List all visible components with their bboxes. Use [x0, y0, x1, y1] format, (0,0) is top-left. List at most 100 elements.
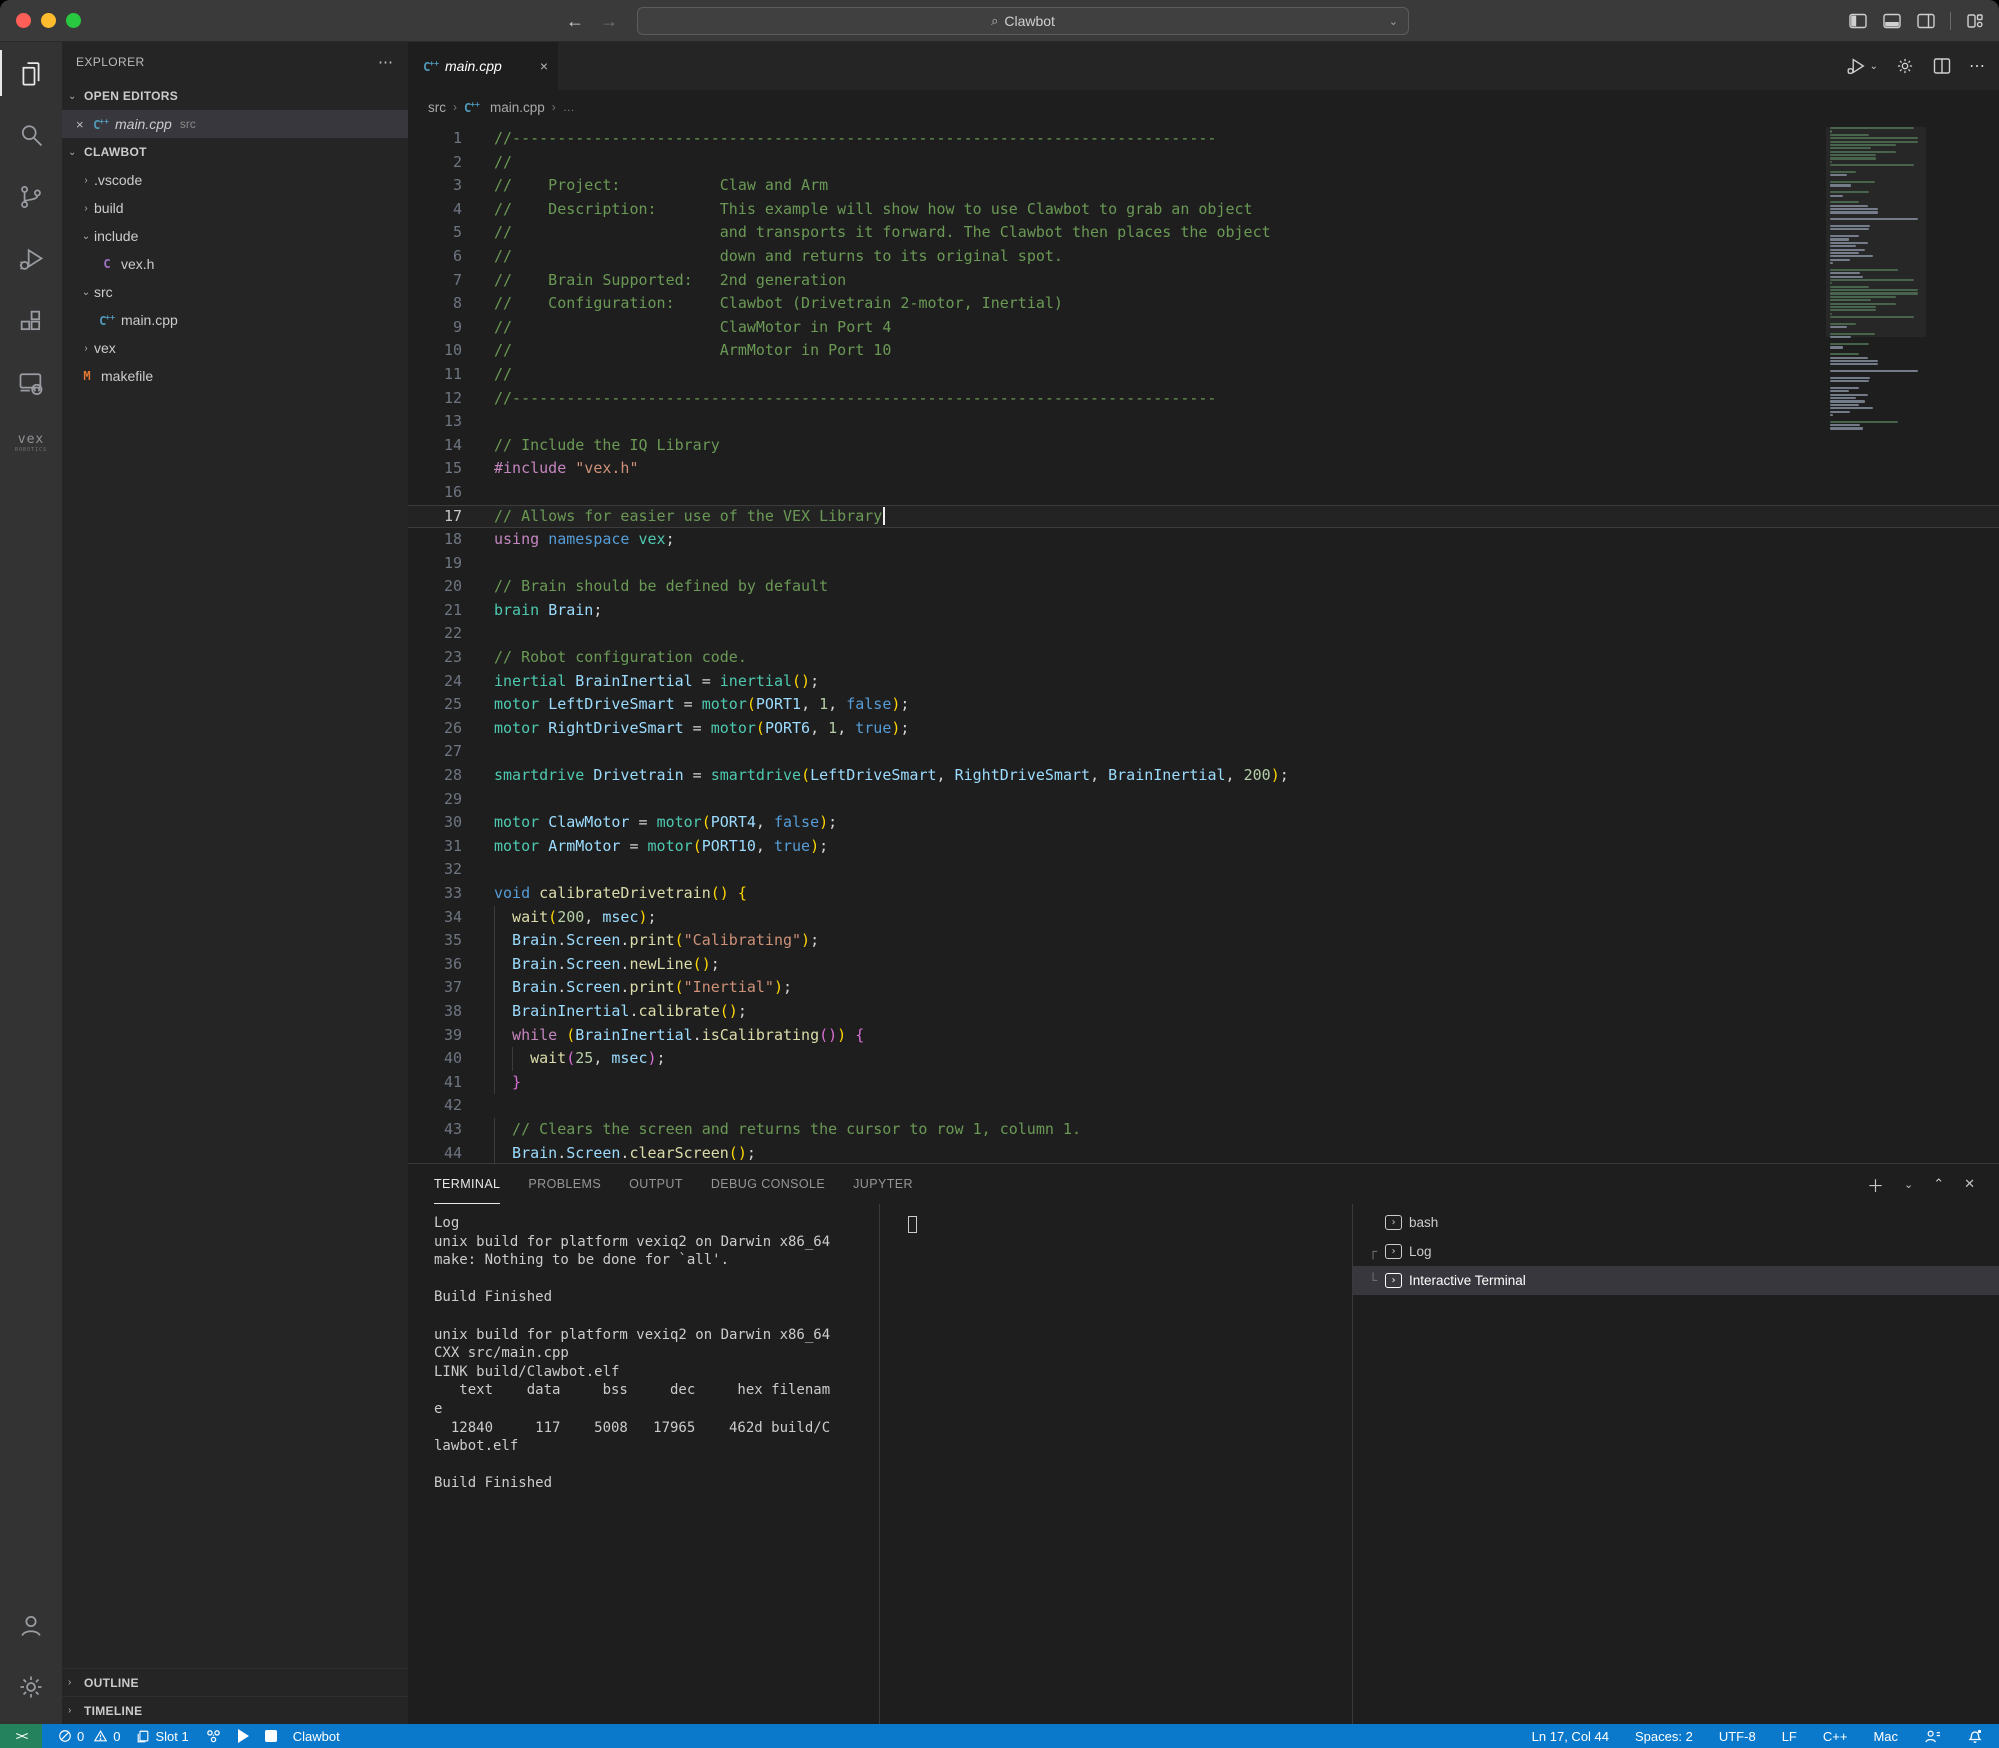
feedback-person-icon[interactable]	[1924, 1729, 1941, 1744]
line-number[interactable]: 40	[408, 1047, 462, 1071]
line-number[interactable]: 19	[408, 552, 462, 576]
line-number[interactable]: 42	[408, 1094, 462, 1118]
code-line[interactable]: 35 Brain.Screen.print("Calibrating");	[408, 929, 1999, 953]
command-center-search[interactable]: ⌕ Clawbot ⌄	[637, 7, 1409, 35]
close-icon[interactable]: ×	[76, 117, 92, 132]
line-number[interactable]: 39	[408, 1024, 462, 1048]
code-line[interactable]: 31 motor ArmMotor = motor(PORT10, true);	[408, 835, 1999, 859]
line-number[interactable]: 34	[408, 906, 462, 930]
line-number[interactable]: 5	[408, 221, 462, 245]
code-line[interactable]: 37 Brain.Screen.print("Inertial");	[408, 976, 1999, 1000]
chevron-down-icon[interactable]: ⌄	[1389, 15, 1398, 28]
line-number[interactable]: 41	[408, 1071, 462, 1095]
code-line[interactable]: 42	[408, 1094, 1999, 1118]
panel-tab-jupyter[interactable]: JUPYTER	[853, 1164, 913, 1204]
notifications-bell-icon[interactable]	[1967, 1728, 1983, 1744]
terminal-output[interactable]: Log unix build for platform vexiq2 on Dar…	[408, 1204, 880, 1724]
code-line[interactable]: 25 motor LeftDriveSmart = motor(PORT1, 1,…	[408, 693, 1999, 717]
code-line[interactable]: 27	[408, 740, 1999, 764]
status-item-c-[interactable]: C++	[1823, 1729, 1848, 1744]
maximize-panel-icon[interactable]: ⌃	[1933, 1176, 1944, 1192]
line-number[interactable]: 1	[408, 127, 462, 151]
code-line[interactable]: 15 #include "vex.h"	[408, 457, 1999, 481]
breadcrumb[interactable]: src › C++ main.cpp › …	[408, 90, 1999, 124]
explorer-icon[interactable]	[0, 42, 62, 104]
line-number[interactable]: 37	[408, 976, 462, 1000]
source-control-icon[interactable]	[0, 166, 62, 228]
panel-tab-terminal[interactable]: TERMINAL	[434, 1164, 501, 1204]
line-number[interactable]: 26	[408, 717, 462, 741]
terminal-list-item-log[interactable]: ┌ › Log	[1353, 1237, 1999, 1266]
code-line[interactable]: 26 motor RightDriveSmart = motor(PORT6, 1…	[408, 717, 1999, 741]
line-number[interactable]: 29	[408, 788, 462, 812]
account-icon[interactable]	[0, 1594, 62, 1656]
project-name-status[interactable]: Clawbot	[293, 1729, 340, 1744]
line-number[interactable]: 8	[408, 292, 462, 316]
line-number[interactable]: 31	[408, 835, 462, 859]
close-tab-icon[interactable]: ×	[540, 58, 548, 74]
customize-layout-icon[interactable]	[1965, 11, 1985, 31]
line-number[interactable]: 23	[408, 646, 462, 670]
code-editor[interactable]: 1 //-------------------------------------…	[408, 124, 1999, 1163]
line-number[interactable]: 27	[408, 740, 462, 764]
code-line[interactable]: 3 // Project: Claw and Arm	[408, 174, 1999, 198]
status-item-lf[interactable]: LF	[1782, 1729, 1797, 1744]
tree-item-vex[interactable]: › vex	[62, 334, 408, 362]
settings-gear-icon[interactable]	[0, 1656, 62, 1718]
code-line[interactable]: 5 // and transports it forward. The Clawb…	[408, 221, 1999, 245]
line-number[interactable]: 35	[408, 929, 462, 953]
code-line[interactable]: 22	[408, 622, 1999, 646]
status-item-spaces-2[interactable]: Spaces: 2	[1635, 1729, 1693, 1744]
code-line[interactable]: 11 //	[408, 363, 1999, 387]
code-line[interactable]: 44 Brain.Screen.clearScreen();	[408, 1141, 1999, 1163]
remote-explorer-icon[interactable]	[0, 352, 62, 414]
toggle-sidebar-icon[interactable]	[1848, 11, 1868, 31]
line-number[interactable]: 36	[408, 953, 462, 977]
line-number[interactable]: 6	[408, 245, 462, 269]
line-number[interactable]: 38	[408, 1000, 462, 1024]
outline-section-header[interactable]: › OUTLINE	[62, 1668, 408, 1696]
forward-arrow-icon[interactable]: →	[600, 11, 618, 32]
vex-brain-icon[interactable]	[205, 1728, 222, 1744]
line-number[interactable]: 16	[408, 481, 462, 505]
code-line[interactable]: 19	[408, 552, 1999, 576]
code-line[interactable]: 10 // ArmMotor in Port 10	[408, 339, 1999, 363]
line-number[interactable]: 28	[408, 764, 462, 788]
status-item-mac[interactable]: Mac	[1873, 1729, 1898, 1744]
code-line[interactable]: 17 // Allows for easier use of the VEX Li…	[408, 504, 1999, 529]
code-line[interactable]: 39 while (BrainInertial.isCalibrating()) …	[408, 1023, 1999, 1048]
problems-status[interactable]: 0 0	[58, 1729, 120, 1744]
code-line[interactable]: 2 //	[408, 151, 1999, 175]
explorer-more-actions-icon[interactable]: ⋯	[378, 53, 394, 71]
breadcrumb-file[interactable]: main.cpp	[490, 100, 545, 115]
code-line[interactable]: 20 // Brain should be defined by default	[408, 575, 1999, 599]
project-folder-header[interactable]: ⌄ CLAWBOT	[62, 138, 408, 166]
code-line[interactable]: 21 brain Brain;	[408, 599, 1999, 623]
code-line[interactable]: 12 //------------------------------------…	[408, 387, 1999, 411]
line-number[interactable]: 43	[408, 1118, 462, 1142]
line-number[interactable]: 11	[408, 363, 462, 387]
code-line[interactable]: 32	[408, 858, 1999, 882]
line-number[interactable]: 10	[408, 339, 462, 363]
code-line[interactable]: 41}	[408, 1070, 1999, 1095]
split-editor-icon[interactable]	[1932, 56, 1952, 76]
line-number[interactable]: 13	[408, 410, 462, 434]
code-line[interactable]: 6 // down and returns to its original spo…	[408, 245, 1999, 269]
line-number[interactable]: 32	[408, 858, 462, 882]
search-icon[interactable]	[0, 104, 62, 166]
vex-extension-icon[interactable]: vex ROBOTICS	[0, 414, 62, 476]
tree-item-makefile[interactable]: Mmakefile	[62, 362, 408, 390]
line-number[interactable]: 17	[408, 505, 462, 529]
stop-program-button[interactable]	[264, 1730, 277, 1742]
editor-settings-gear-icon[interactable]	[1895, 56, 1915, 76]
code-line[interactable]: 1 //-------------------------------------…	[408, 127, 1999, 151]
panel-tab-output[interactable]: OUTPUT	[629, 1164, 683, 1204]
line-number[interactable]: 4	[408, 198, 462, 222]
line-number[interactable]: 30	[408, 811, 462, 835]
code-line[interactable]: 7 // Brain Supported: 2nd generation	[408, 269, 1999, 293]
line-number[interactable]: 21	[408, 599, 462, 623]
line-number[interactable]: 15	[408, 457, 462, 481]
code-line[interactable]: 43 // Clears the screen and returns the c…	[408, 1117, 1999, 1142]
terminal-list-item-interactive-terminal[interactable]: └ › Interactive Terminal	[1353, 1266, 1999, 1295]
line-number[interactable]: 7	[408, 269, 462, 293]
